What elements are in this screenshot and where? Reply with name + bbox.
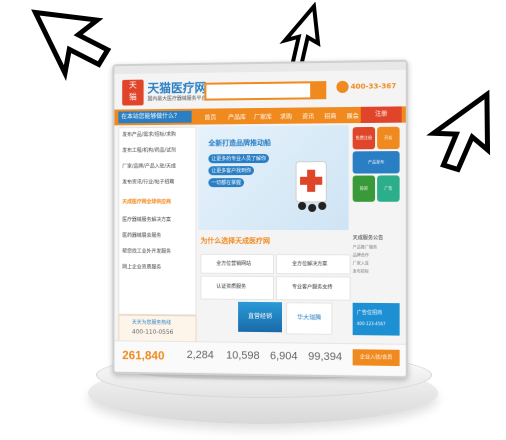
hotline-label: 天天为您服务热线 <box>132 319 171 326</box>
nav-item-products[interactable]: 产品库 <box>228 112 246 121</box>
cursor-arrow-icon <box>6 4 114 84</box>
banner-line-1: 让更多的专业人员了解你 <box>208 154 269 163</box>
stat-4: 6,904 <box>270 350 298 362</box>
section-title: 为什么选择天成医疗网 <box>200 236 270 246</box>
right-list-item-4[interactable]: 发布招标 <box>353 268 369 274</box>
footer-cta-button[interactable]: 企业入驻/会员 <box>353 349 400 366</box>
tile-shop[interactable]: 开店 <box>377 127 400 149</box>
banner-line-2: 让更多客户找到你 <box>208 166 254 175</box>
sidebar-item-4[interactable]: 发布资讯/行业/帖子招聘 <box>122 178 192 185</box>
tile-publish[interactable]: 产品发布 <box>353 151 400 174</box>
site-title: 天猫医疗网 <box>148 79 207 97</box>
right-list-item-1[interactable]: 产品推广服务 <box>353 244 377 250</box>
right-list-title: 天成服务公告 <box>353 234 384 241</box>
sidebar-item-2[interactable]: 发布工程/机构/药品/试剂 <box>122 146 192 153</box>
sidebar-item-5[interactable]: 天成医疗网全球供应商 <box>122 198 192 205</box>
hotline-phone: 400-33-367 <box>351 82 397 91</box>
banner-line-3: 一切都在掌握 <box>208 178 244 187</box>
section-item-3-label: 认证资质服务 <box>216 283 246 290</box>
brand-2[interactable]: 华大瑞腾 <box>286 302 332 335</box>
section-item-2-label: 全方位解决方案 <box>292 260 327 267</box>
logo-char-2: 猫 <box>122 91 143 103</box>
search-input[interactable] <box>204 81 316 100</box>
ad-label: 广告位招商 <box>357 309 383 316</box>
site-subtitle: 国内最大医疗器械服务平台 <box>148 95 207 103</box>
tile-register[interactable]: 免费注册 <box>353 127 375 149</box>
nav-item-home[interactable]: 首页 <box>204 112 216 121</box>
sidebar-item-3[interactable]: 厂家/品牌/产品入驻/天成 <box>122 162 192 169</box>
right-list-item-2[interactable]: 品牌合作 <box>353 252 369 258</box>
sidebar-item-6[interactable]: 医疗器械服务解决方案 <box>122 216 192 223</box>
cursor-arrow-icon <box>412 84 504 174</box>
monitor: 天 猫 天猫医疗网 国内最大医疗器械服务平台 400-33-367 在本站您能够… <box>113 60 408 379</box>
sidebar-item-8[interactable]: 帮您找工业外开发服务 <box>122 248 192 255</box>
sidebar-item-9[interactable]: 网上企业资质服务 <box>122 263 192 270</box>
site-logo[interactable]: 天 猫 <box>122 80 143 106</box>
tile-ad[interactable]: 广告 <box>377 175 400 201</box>
banner-title: 全新打造品牌推动船 <box>208 138 271 148</box>
sidebar-item-7[interactable]: 医药器械展会服务 <box>122 232 192 239</box>
stat-5: 99,394 <box>308 351 342 364</box>
nav-item-expo[interactable]: 展会 <box>347 111 359 120</box>
section-item-1-label: 全方位营销网站 <box>216 260 251 267</box>
sidebar-item-1[interactable]: 发布产品/需求/招标/求购 <box>122 131 192 139</box>
nav-item-buy[interactable]: 求购 <box>280 112 292 121</box>
nav-item-invest[interactable]: 招商 <box>324 111 336 120</box>
right-list-item-3[interactable]: 厂家入驻 <box>353 260 369 266</box>
register-tab[interactable]: 注册 <box>361 106 402 123</box>
brand-1[interactable]: 直营经销 <box>238 302 282 332</box>
tile-invest[interactable]: 投资 <box>353 175 375 201</box>
ad-number: 400-123-4567 <box>357 321 386 326</box>
stat-2: 2,284 <box>187 349 214 361</box>
nav-item-news[interactable]: 资讯 <box>302 111 314 120</box>
hotline-number: 400-110-0556 <box>132 329 174 336</box>
nav-left-box[interactable]: 在本站您能够做什么？ <box>118 111 191 124</box>
cursor-arrow-icon <box>270 2 326 66</box>
stat-1: 261,840 <box>122 348 164 362</box>
search-button[interactable] <box>310 81 326 99</box>
ad-box[interactable] <box>353 303 400 336</box>
phone-icon <box>336 81 348 93</box>
section-item-4-label: 专业客户服务支持 <box>292 283 332 290</box>
red-cross-logo-icon <box>292 160 332 212</box>
logo-char-1: 天 <box>122 80 143 92</box>
top-strip <box>114 62 405 74</box>
nav-item-factories[interactable]: 厂家库 <box>254 112 272 121</box>
stat-3: 10,598 <box>226 350 259 362</box>
